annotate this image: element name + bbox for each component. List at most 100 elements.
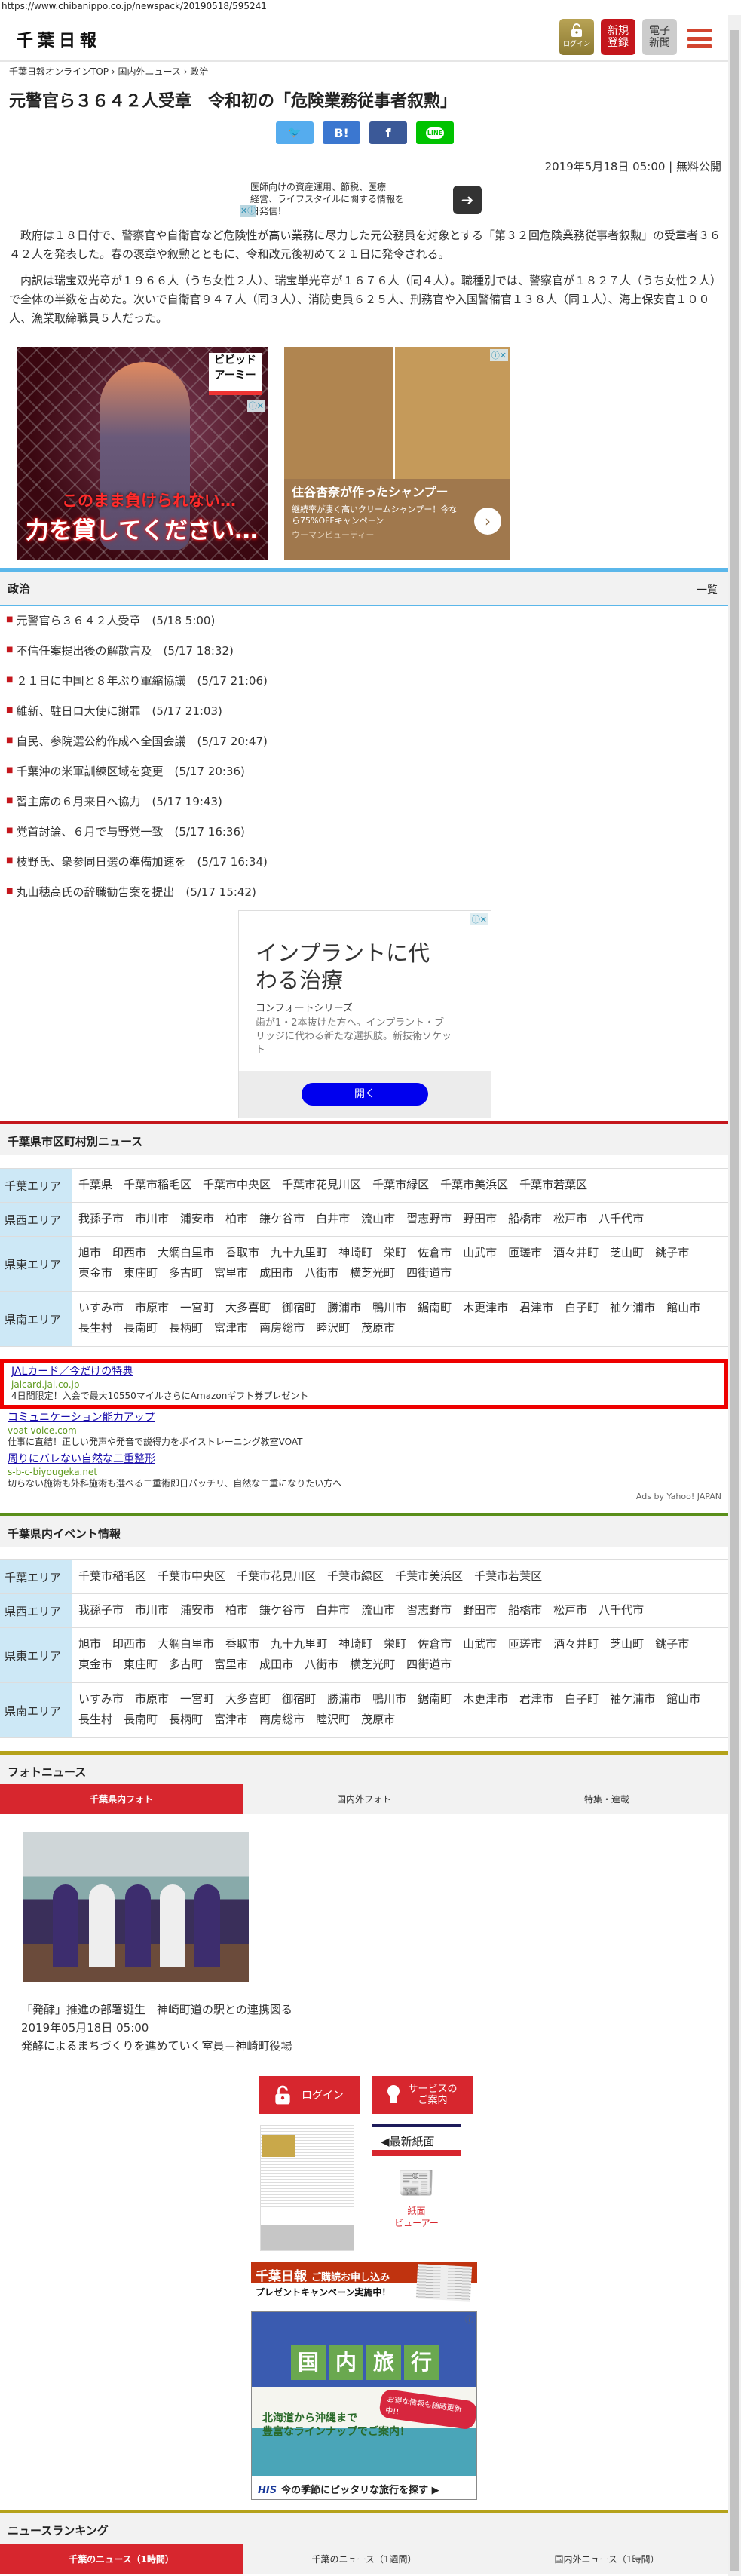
city-link[interactable]: 船橋市 <box>508 1600 542 1621</box>
news-list-item[interactable]: ■ 千葉沖の米軍訓練区域を変更 (5/17 20:36) <box>6 763 268 793</box>
city-link[interactable]: 東金市 <box>78 1654 112 1675</box>
hatena-share-button[interactable]: B! <box>323 121 360 144</box>
city-link[interactable]: 一宮町 <box>180 1689 214 1710</box>
news-title[interactable]: 習主席の６月来日へ協力 <box>16 795 140 808</box>
city-link[interactable]: 茂原市 <box>361 1710 395 1730</box>
ad-info-icon[interactable]: ⓘ✕ <box>470 913 488 925</box>
anime-game-ad[interactable]: ビビッド アーミー このまま負けられない… 力を貸してください… ⓘ✕ <box>17 347 268 560</box>
city-link[interactable]: 大多喜町 <box>225 1689 271 1710</box>
city-link[interactable]: 香取市 <box>225 1243 259 1263</box>
city-link[interactable]: 酒々井町 <box>553 1634 599 1654</box>
city-link[interactable]: 流山市 <box>361 1600 395 1621</box>
city-link[interactable]: 銚子市 <box>655 1243 689 1263</box>
city-link[interactable]: 茂原市 <box>361 1318 395 1339</box>
city-link[interactable]: 君津市 <box>519 1298 553 1318</box>
city-link[interactable]: 長南町 <box>124 1318 158 1339</box>
chevron-right-icon[interactable]: › <box>474 508 501 535</box>
city-link[interactable]: 鴨川市 <box>372 1689 406 1710</box>
city-link[interactable]: 四街道市 <box>406 1263 452 1283</box>
news-list-item[interactable]: ■ 維新、駐日ロ大使に謝罪 (5/17 21:03) <box>6 703 268 733</box>
city-link[interactable]: 富津市 <box>214 1710 248 1730</box>
latest-paper-thumbnail[interactable] <box>260 2125 354 2251</box>
city-link[interactable]: 白井市 <box>316 1600 350 1621</box>
city-link[interactable]: 柏市 <box>225 1209 248 1229</box>
city-link[interactable]: 船橋市 <box>508 1209 542 1229</box>
tab[interactable]: 千葉のニュース（1時間） <box>0 2544 243 2574</box>
city-link[interactable]: 鎌ケ谷市 <box>259 1209 305 1229</box>
news-list-item[interactable]: ■ 自民、参院選公約作成へ全国会議 (5/17 20:47) <box>6 733 268 763</box>
city-link[interactable]: 習志野市 <box>406 1209 452 1229</box>
city-link[interactable]: 千葉市若葉区 <box>474 1566 542 1587</box>
scrollbar-thumb[interactable] <box>730 30 739 2571</box>
sponsored-link-url[interactable]: jalcard.jal.co.jp <box>11 1379 717 1391</box>
city-link[interactable]: 千葉市美浜区 <box>395 1566 463 1587</box>
sponsored-link-url[interactable]: s-b-c-biyougeka.net <box>8 1467 721 1478</box>
breadcrumb-politics[interactable]: 政治 <box>190 66 208 77</box>
city-link[interactable]: 八街市 <box>305 1654 338 1675</box>
city-link[interactable]: 館山市 <box>666 1298 700 1318</box>
city-link[interactable]: 八千代市 <box>599 1600 644 1621</box>
city-link[interactable]: 白子町 <box>565 1298 599 1318</box>
paper-viewer-button[interactable]: 📰 紙面 ビューアー <box>372 2150 461 2246</box>
city-link[interactable]: 館山市 <box>666 1689 700 1710</box>
register-button[interactable]: 新規 登録 <box>601 19 635 55</box>
city-link[interactable]: 長柄町 <box>169 1318 203 1339</box>
news-list-item[interactable]: ■ 習主席の６月来日へ協力 (5/17 19:43) <box>6 793 268 823</box>
city-link[interactable]: 千葉市中央区 <box>158 1566 225 1587</box>
sponsored-link-title[interactable]: JALカード／今だけの特典 <box>11 1365 717 1379</box>
city-link[interactable]: 東庄町 <box>124 1263 158 1283</box>
city-link[interactable]: 匝瑳市 <box>508 1243 542 1263</box>
ad-info-icon[interactable]: ⓘ✕ <box>246 400 265 412</box>
city-link[interactable]: 銚子市 <box>655 1634 689 1654</box>
city-link[interactable]: 横芝光町 <box>350 1654 395 1675</box>
city-link[interactable]: 山武市 <box>463 1243 497 1263</box>
news-title[interactable]: 維新、駐日ロ大使に謝罪 <box>16 704 140 718</box>
ad-open-button[interactable]: 開く <box>302 1083 428 1106</box>
news-title[interactable]: 党首討論、６月で与野党一致 <box>16 825 163 839</box>
city-link[interactable]: 酒々井町 <box>553 1243 599 1263</box>
city-link[interactable]: 南房総市 <box>259 1318 305 1339</box>
tab[interactable]: 千葉のニュース（1週間） <box>243 2544 485 2574</box>
city-link[interactable]: 市原市 <box>135 1689 169 1710</box>
city-link[interactable]: 睦沢町 <box>316 1318 350 1339</box>
city-link[interactable]: 香取市 <box>225 1634 259 1654</box>
city-link[interactable]: 長柄町 <box>169 1710 203 1730</box>
city-link[interactable]: 鴨川市 <box>372 1298 406 1318</box>
city-link[interactable]: 旭市 <box>78 1243 101 1263</box>
city-link[interactable]: 匝瑳市 <box>508 1634 542 1654</box>
news-title[interactable]: ２１日に中国と８年ぶり軍縮協議 <box>16 674 185 688</box>
city-link[interactable]: 九十九里町 <box>271 1243 327 1263</box>
news-title[interactable]: 自民、参院選公約作成へ全国会議 <box>16 734 185 748</box>
news-title[interactable]: 元警官ら３６４２人受章 <box>16 614 140 627</box>
city-link[interactable]: 千葉市花見川区 <box>282 1175 361 1195</box>
city-link[interactable]: 栄町 <box>384 1243 406 1263</box>
sponsored-link[interactable]: JALカード／今だけの特典 jalcard.jal.co.jp 4日間限定！入会で最… <box>0 1359 728 1409</box>
sponsored-link[interactable]: コミュニケーション能力アップ voat-voice.com 仕事に直結！正しい発声や… <box>0 1409 728 1450</box>
login-button[interactable]: ログイン <box>559 19 594 55</box>
city-link[interactable]: 千葉市緑区 <box>372 1175 429 1195</box>
city-link[interactable]: 木更津市 <box>463 1298 508 1318</box>
city-link[interactable]: 千葉市若葉区 <box>519 1175 587 1195</box>
city-link[interactable]: 栄町 <box>384 1634 406 1654</box>
city-link[interactable]: 東庄町 <box>124 1654 158 1675</box>
city-link[interactable]: 多古町 <box>169 1263 203 1283</box>
implant-ad[interactable]: ⓘ✕ インプラントに代わる治療 コンフォートシリーズ 歯が1・2本抜けた方へ。イ… <box>238 910 491 1118</box>
city-link[interactable]: 成田市 <box>259 1654 293 1675</box>
city-link[interactable]: 松戸市 <box>553 1600 587 1621</box>
city-link[interactable]: 大網白里市 <box>158 1634 214 1654</box>
epaper-button[interactable]: 電子 新聞 <box>642 19 677 55</box>
twitter-share-button[interactable]: 🐦 <box>276 121 314 144</box>
city-link[interactable]: 勝浦市 <box>327 1689 361 1710</box>
city-link[interactable]: 袖ケ浦市 <box>610 1298 655 1318</box>
city-link[interactable]: 我孫子市 <box>78 1209 124 1229</box>
sponsored-link-title[interactable]: コミュニケーション能力アップ <box>8 1411 721 1425</box>
yahoo-ads-credit[interactable]: Ads by Yahoo! JAPAN <box>636 1492 721 1501</box>
city-link[interactable]: 市川市 <box>135 1209 169 1229</box>
city-link[interactable]: 白子町 <box>565 1689 599 1710</box>
city-link[interactable]: 鎌ケ谷市 <box>259 1600 305 1621</box>
text-ad[interactable]: 医師向けの資産運用、節税、医療 経営、ライフスタイルに関する情報を 日発信！ ✕… <box>240 181 482 220</box>
city-link[interactable]: 神崎町 <box>338 1634 372 1654</box>
news-list-item[interactable]: ■ 丸山穂高氏の辞職勧告案を提出 (5/17 15:42) <box>6 884 268 914</box>
facebook-share-button[interactable]: f <box>369 121 407 144</box>
city-link[interactable]: いすみ市 <box>78 1298 124 1318</box>
